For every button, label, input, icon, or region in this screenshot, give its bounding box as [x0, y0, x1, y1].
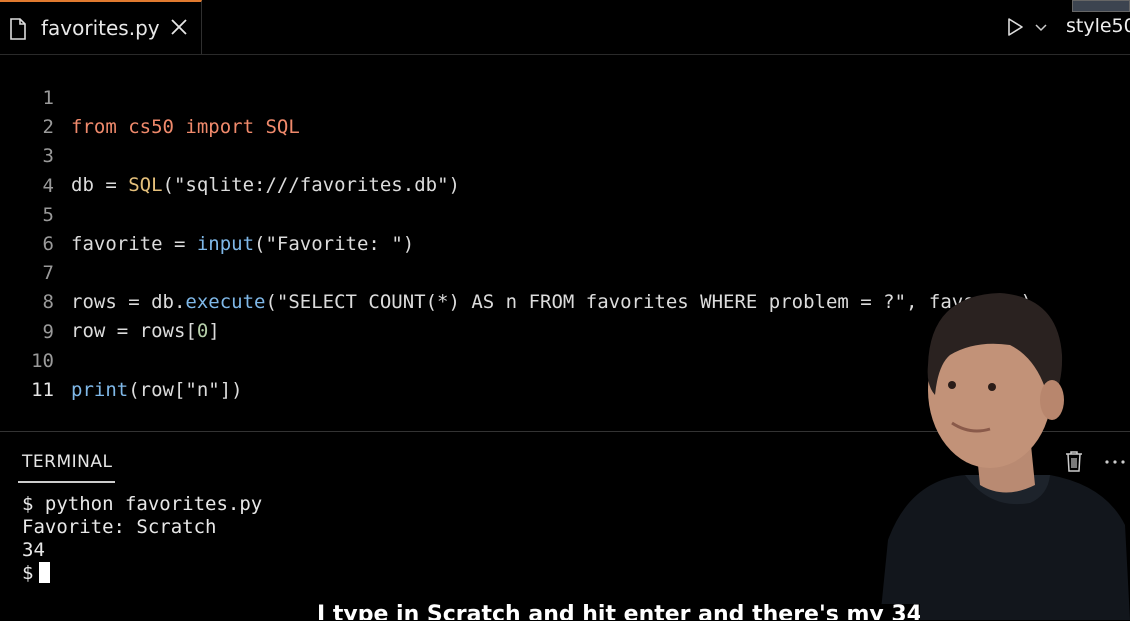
code-line: 2 — [0, 84, 1130, 138]
prompt-symbol: $ — [22, 562, 34, 584]
terminal-line: 34 — [22, 539, 45, 561]
close-icon[interactable] — [170, 18, 188, 36]
presenter-video — [880, 293, 1130, 620]
style50-button[interactable]: style50 — [1066, 15, 1130, 37]
file-icon — [10, 18, 26, 40]
code-token: (row["n"]) — [128, 379, 243, 401]
terminal-line: $ python favorites.py — [22, 493, 263, 515]
code-line: 3 db = SQL("sqlite:///favorites.db") — [0, 113, 1130, 196]
code-line: 1 from cs50 import SQL — [0, 55, 1130, 138]
video-caption: I type in Scratch and hit enter and ther… — [305, 604, 920, 620]
tab-bar: favorites.py style50 — [0, 0, 1130, 55]
run-icon[interactable] — [1005, 17, 1025, 37]
line-number: 11 — [31, 379, 54, 401]
code-token: print — [71, 379, 129, 401]
caption-text: I type in Scratch and hit enter and ther… — [317, 604, 920, 620]
editor-tab-favorites[interactable]: favorites.py — [0, 0, 202, 54]
code-line: 7 rows = db.execute("SELECT COUNT(*) AS … — [0, 230, 1130, 313]
code-line: 5 favorite = input("Favorite: ") — [0, 172, 1130, 255]
terminal-line: Favorite: Scratch — [22, 516, 217, 538]
code-line: 8 row = rows[0] — [0, 259, 1130, 342]
code-line: 4 — [0, 143, 1130, 197]
corner-thumbnail — [1072, 0, 1130, 12]
tab-terminal[interactable]: TERMINAL — [22, 452, 112, 472]
terminal-prompt[interactable]: $ — [22, 562, 51, 585]
active-tab-indicator — [18, 481, 115, 483]
code-line: 6 — [0, 201, 1130, 255]
terminal-cursor — [39, 562, 51, 583]
tab-label: favorites.py — [41, 16, 160, 40]
chevron-down-icon[interactable] — [1035, 21, 1047, 33]
